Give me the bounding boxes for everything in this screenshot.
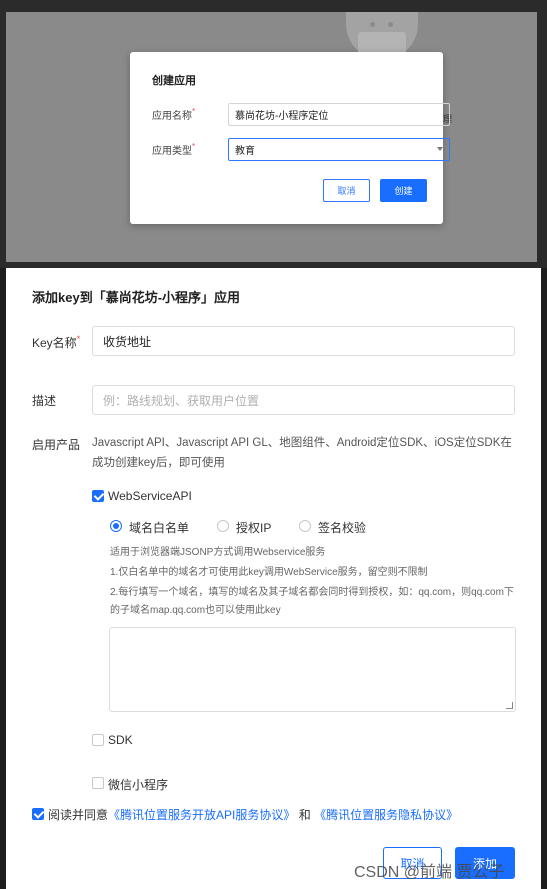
privacy-agreement-link[interactable]: 《腾讯位置服务隐私协议》: [314, 808, 458, 822]
agree-prefix: 阅读并同意: [48, 808, 109, 822]
app-name-row: 应用名称* 慕尚花坊-小程序定位: [152, 102, 450, 126]
description-input[interactable]: 例：路线规划、获取用户位置: [92, 385, 515, 415]
radio-domain-whitelist-label: 域名白名单: [129, 521, 190, 535]
radio-signature[interactable]: [299, 520, 311, 532]
webservice-checkbox[interactable]: [92, 490, 104, 502]
sdk-checkbox[interactable]: [92, 734, 104, 746]
products-description: Javascript API、Javascript API GL、地图组件、An…: [92, 437, 512, 469]
api-agreement-link[interactable]: 《腾讯位置服务开放API服务协议》: [108, 808, 295, 822]
help-line-1: 适用于浏览器端JSONP方式调用Webservice服务: [110, 547, 326, 558]
chevron-down-icon: [437, 147, 443, 151]
help-line-2: 1.仅白名单中的域名才可使用此key调用WebService服务，留空则不限制: [110, 567, 428, 578]
app-type-value: 教育: [235, 145, 255, 157]
key-name-input[interactable]: 收货地址: [92, 326, 515, 356]
app-type-row: 应用类型* 教育: [152, 137, 450, 161]
radio-authorized-ip-label: 授权IP: [236, 521, 272, 535]
radio-signature-label: 签名校验: [318, 521, 367, 535]
agree-and: 和: [298, 808, 311, 822]
add-key-form: 添加key到「慕尚花坊-小程序」应用 Key名称* 收货地址 描述 例：路线规划…: [6, 268, 541, 889]
app-type-select[interactable]: 教育: [228, 137, 450, 161]
help-line-3: 2.每行填写一个域名，填写的域名及其子域名都会同时得到授权，如：qq.com，则…: [110, 587, 514, 616]
products-label: 启用产品: [32, 438, 81, 452]
radio-authorized-ip[interactable]: [217, 520, 229, 532]
description-label: 描述: [32, 394, 57, 408]
agree-text: 阅读并同意《腾讯位置服务开放API服务协议》 和 《腾讯位置服务隐私协议》: [48, 806, 458, 823]
miniprogram-label: 微信小程序: [108, 778, 169, 792]
agree-checkbox[interactable]: [32, 808, 44, 820]
app-name-input[interactable]: 慕尚花坊-小程序定位: [228, 102, 450, 126]
miniprogram-checkbox[interactable]: [92, 777, 104, 789]
app-type-label: 应用类型*: [152, 141, 196, 157]
resize-handle-icon[interactable]: [506, 702, 513, 709]
dialog-cancel-button[interactable]: 取消: [323, 179, 370, 202]
webservice-label: WebServiceAPI: [108, 489, 192, 503]
form-title: 添加key到「慕尚花坊-小程序」应用: [32, 290, 241, 305]
radio-domain-whitelist[interactable]: [110, 520, 122, 532]
dialog-create-button[interactable]: 创建: [380, 179, 427, 202]
top-screenshot-frame: 理 创建应用 应用名称* 慕尚花坊-小程序定位 应用类型* 教育 取消 创建: [0, 0, 547, 268]
domain-whitelist-textarea[interactable]: [109, 627, 516, 712]
sdk-label: SDK: [108, 733, 133, 747]
create-app-dialog: 创建应用 应用名称* 慕尚花坊-小程序定位 应用类型* 教育 取消 创建: [130, 52, 450, 224]
app-name-label: 应用名称*: [152, 106, 196, 122]
key-name-label: Key名称*: [32, 334, 81, 350]
dialog-title: 创建应用: [152, 75, 196, 87]
csdn-watermark: CSDN @前端 贾公子: [354, 864, 505, 881]
create-app-backdrop: 理 创建应用 应用名称* 慕尚花坊-小程序定位 应用类型* 教育 取消 创建: [6, 12, 537, 262]
